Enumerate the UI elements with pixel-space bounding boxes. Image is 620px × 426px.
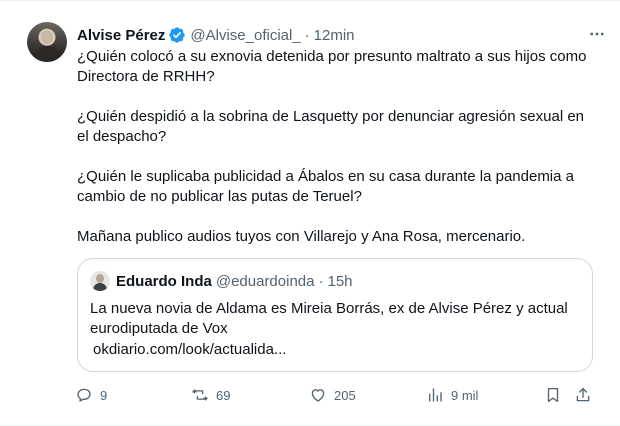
quoted-avatar-body <box>93 283 107 291</box>
share-button[interactable] <box>574 384 592 406</box>
tweet-actions: 9 69 205 9 mil <box>72 384 602 406</box>
retweet-button[interactable]: 69 <box>191 384 230 406</box>
quoted-tweet-text: La nueva novia de Aldama es Mireia Borrá… <box>90 300 568 337</box>
quoted-tweet-link[interactable]: okdiario.com/look/actualida... <box>93 340 286 360</box>
quoted-author-avatar[interactable] <box>90 271 110 291</box>
bookmark-button[interactable] <box>544 384 562 406</box>
retweet-count: 69 <box>216 387 231 403</box>
verified-badge-icon[interactable] <box>168 26 186 44</box>
tweet-timestamp[interactable]: 12min <box>314 27 355 44</box>
tweet[interactable]: Alvise Pérez @Alvise_oficial_ · 12min ¿Q… <box>0 0 620 426</box>
quoted-author-name[interactable]: Eduardo Inda <box>116 273 212 290</box>
reply-count: 9 <box>100 387 108 403</box>
retweet-icon <box>192 389 208 401</box>
quoted-tweet-timestamp[interactable]: 15h <box>327 273 352 290</box>
quoted-tweet[interactable]: Eduardo Inda @eduardoinda · 15h La nueva… <box>77 258 593 372</box>
reply-button[interactable]: 9 <box>75 384 107 406</box>
like-count: 205 <box>334 387 356 403</box>
share-icon <box>576 387 590 402</box>
like-button[interactable]: 205 <box>309 384 356 406</box>
tweet-paragraph: ¿Quién colocó a su exnovia detenida por … <box>77 48 587 85</box>
author-handle[interactable]: @Alvise_oficial_ <box>190 27 300 44</box>
separator-dot: · <box>304 26 310 44</box>
views-button[interactable]: 9 mil <box>426 384 478 406</box>
avatar-face <box>41 30 53 44</box>
bookmark-icon <box>547 387 559 403</box>
more-icon[interactable] <box>586 23 608 45</box>
author-avatar[interactable] <box>27 22 67 62</box>
separator-dot: · <box>318 272 324 290</box>
quoted-author-handle[interactable]: @eduardoinda <box>216 273 315 290</box>
author-name[interactable]: Alvise Pérez <box>77 27 165 44</box>
quoted-tweet-header: Eduardo Inda @eduardoinda · 15h <box>116 271 353 291</box>
views-count: 9 mil <box>451 387 479 403</box>
quoted-avatar-face <box>96 274 104 283</box>
tweet-paragraph: Mañana publico audios tuyos con Villarej… <box>77 228 526 245</box>
tweet-paragraph: ¿Quién le suplicaba publicidad a Ábalos … <box>77 168 574 205</box>
heart-icon <box>311 389 325 402</box>
tweet-paragraph: ¿Quién despidió a la sobrina de Lasquett… <box>77 108 584 145</box>
reply-icon <box>77 388 91 402</box>
views-chart-icon <box>429 388 442 402</box>
tweet-header: Alvise Pérez @Alvise_oficial_ · 12min <box>77 25 355 45</box>
tweet-text: ¿Quién colocó a su exnovia detenida por … <box>77 47 597 247</box>
avatar-torso <box>36 46 58 62</box>
